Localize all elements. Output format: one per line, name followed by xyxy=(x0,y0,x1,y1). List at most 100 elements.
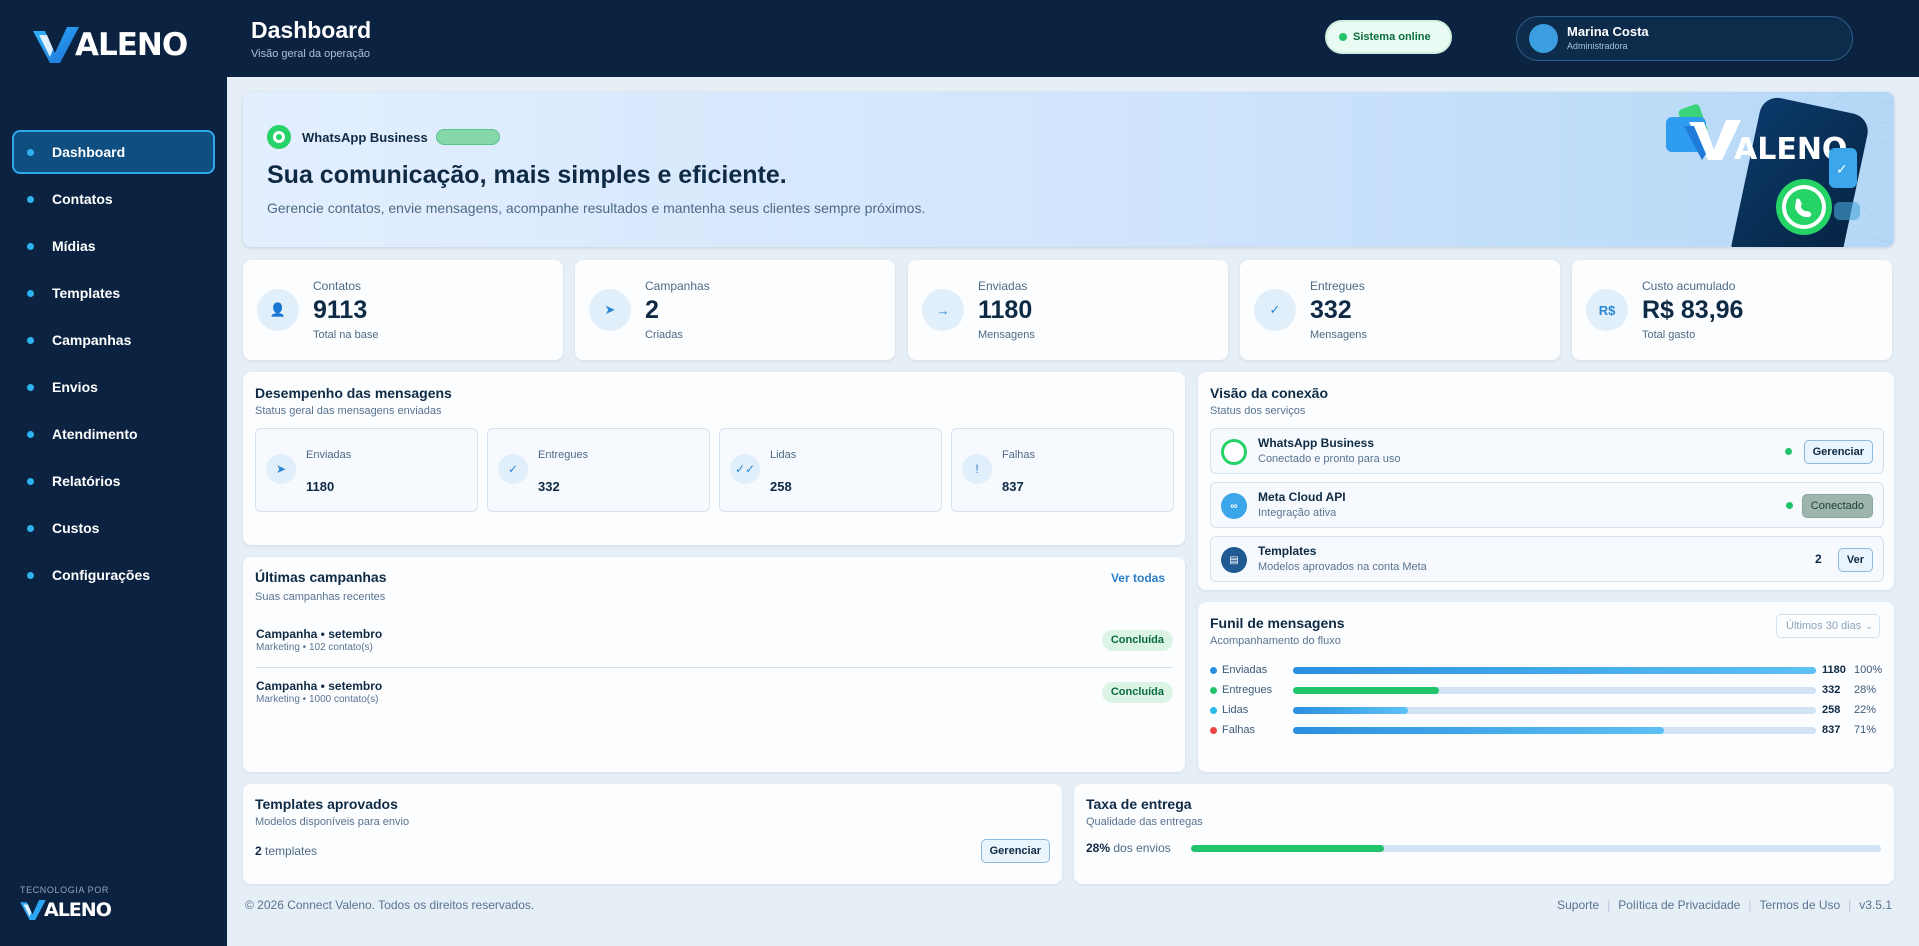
stat-subtitle: Total na base xyxy=(313,329,379,341)
templates-count-line: 2 templates xyxy=(255,844,317,858)
message-metric-card: ➤ Enviadas 1180 xyxy=(255,428,478,512)
alert-icon: ! xyxy=(962,454,992,484)
funnel-percent: 22% xyxy=(1854,704,1877,716)
connected-status-button[interactable]: Conectado xyxy=(1801,494,1873,518)
connection-row: ∞ Meta Cloud API Integração ativa Conectado xyxy=(1210,482,1884,528)
sidebar-item-label: Relatórios xyxy=(52,473,121,489)
avatar xyxy=(1529,24,1558,53)
legend-dot-icon xyxy=(1210,707,1217,714)
footer-links: Suporte | Política de Privacidade | Termos d… xyxy=(1557,898,1892,912)
delivery-rate-value: 28% xyxy=(1086,841,1111,855)
template-icon: ▤ xyxy=(1221,547,1247,573)
send-icon: ➤ xyxy=(589,289,631,331)
send-icon: ➤ xyxy=(266,454,296,484)
online-dot-icon xyxy=(1785,448,1792,455)
sidebar-item-templates[interactable]: Templates xyxy=(12,271,215,315)
sidebar-item-label: Contatos xyxy=(52,191,113,207)
stat-value: 9113 xyxy=(313,296,368,324)
manage-templates-button[interactable]: Gerenciar xyxy=(980,839,1050,863)
delivery-title: Taxa de entrega xyxy=(1086,796,1192,812)
stat-card: ➤ Campanhas 2 Criadas xyxy=(575,260,895,360)
chevron-down-icon: ⌄ xyxy=(1865,621,1873,631)
funnel-label: Falhas xyxy=(1222,724,1256,736)
message-metric-card: ✓✓ Lidas 258 xyxy=(719,428,942,512)
stat-value: 1180 xyxy=(978,296,1033,324)
funnel-period-select[interactable]: Últimos 30 dias ⌄ xyxy=(1776,614,1880,638)
delivery-rate-bar xyxy=(1191,845,1881,852)
templates-card: Templates aprovados Modelos disponíveis … xyxy=(243,784,1062,884)
separator: | xyxy=(1607,898,1611,912)
sidebar-item-campanhas[interactable]: Campanhas xyxy=(12,318,215,362)
campaign-name: Campanha • setembro xyxy=(256,679,383,693)
funnel-percent: 100% xyxy=(1854,664,1883,676)
hero-illustration: ALENO ✓ xyxy=(1666,92,1894,247)
sidebar-item-envios[interactable]: Envios xyxy=(12,365,215,409)
sidebar-item-custos[interactable]: Custos xyxy=(12,506,215,550)
sidebar-item-configuracoes[interactable]: Configurações xyxy=(12,553,215,597)
footer-link-suporte[interactable]: Suporte xyxy=(1557,898,1599,912)
connection-row: ▤ Templates Modelos aprovados na conta Met… xyxy=(1210,536,1884,582)
metric-value: 1180 xyxy=(306,479,335,494)
templates-title: Templates aprovados xyxy=(255,796,398,812)
sidebar-item-label: Envios xyxy=(52,379,98,395)
sidebar-item-label: Templates xyxy=(52,285,121,301)
campaign-row[interactable]: Campanha • setembro Marketing • 1000 cont… xyxy=(256,673,1173,725)
footer-link-politica-de-privacidade[interactable]: Política de Privacidade xyxy=(1618,898,1740,912)
funnel-row: Entregues 332 28% xyxy=(1210,683,1884,699)
delivery-rate-label: dos envios xyxy=(1113,841,1171,855)
stat-value: R$ 83,96 xyxy=(1642,296,1744,324)
connection-title: Visão da conexão xyxy=(1210,385,1329,401)
delivery-rate-fill xyxy=(1191,845,1385,852)
view-all-campaigns-link[interactable]: Ver todas xyxy=(1111,571,1165,585)
sidebar-item-dashboard[interactable]: Dashboard xyxy=(12,130,215,174)
bullet-icon xyxy=(27,571,34,579)
page-title: Dashboard xyxy=(251,17,372,43)
templates-count-label: templates xyxy=(265,844,318,858)
campaign-row[interactable]: Campanha • setembro Marketing • 102 conta… xyxy=(256,621,1173,673)
separator: | xyxy=(1848,898,1852,912)
stat-subtitle: Criadas xyxy=(645,329,683,341)
delivery-card: Taxa de entrega Qualidade das entregas 2… xyxy=(1074,784,1894,884)
templates-count: 2 xyxy=(255,844,262,858)
campaign-status-badge: Concluída xyxy=(1101,630,1173,651)
stat-label: Campanhas xyxy=(645,279,710,293)
stat-value: 332 xyxy=(1310,296,1352,324)
logo-v-icon xyxy=(33,27,79,63)
footer-copyright: © 2026 Connect Valeno. Todos os direitos… xyxy=(245,898,535,912)
stat-card: R$ Custo acumulado R$ 83,96 Total gasto xyxy=(1572,260,1892,360)
online-dot-icon xyxy=(1786,502,1793,509)
sidebar-item-relatorios[interactable]: Relatórios xyxy=(12,459,215,503)
stat-card: 👤 Contatos 9113 Total na base xyxy=(243,260,563,360)
double-check-icon: ✓✓ xyxy=(730,454,760,484)
metric-label: Enviadas xyxy=(306,449,352,461)
footer-link-termos-de-uso[interactable]: Termos de Uso xyxy=(1759,898,1840,912)
campaigns-card: Últimas campanhas Suas campanhas recente… xyxy=(243,557,1185,772)
legend-dot-icon xyxy=(1210,727,1217,734)
tech-by-label: TECNOLOGIA POR xyxy=(20,885,109,895)
sidebar-item-contatos[interactable]: Contatos xyxy=(12,177,215,221)
message-metric-card: ! Falhas 837 xyxy=(951,428,1174,512)
metric-label: Entregues xyxy=(538,449,589,461)
view-templates-button[interactable]: Ver xyxy=(1837,548,1873,572)
stat-subtitle: Total gasto xyxy=(1642,329,1696,341)
stat-value: 2 xyxy=(645,296,659,324)
sidebar-item-label: Campanhas xyxy=(52,332,132,348)
stat-subtitle: Mensagens xyxy=(978,329,1035,341)
sidebar-item-midias[interactable]: Mídias xyxy=(12,224,215,268)
hero-title: Sua comunicação, mais simples e eficient… xyxy=(267,161,787,189)
user-menu[interactable]: Marina Costa Administradora xyxy=(1516,16,1853,61)
hero-channel: WhatsApp Business xyxy=(267,125,500,149)
sidebar-item-atendimento[interactable]: Atendimento xyxy=(12,412,215,456)
funnel-bar-fill xyxy=(1293,667,1816,674)
sidebar-item-label: Mídias xyxy=(52,238,96,254)
funnel-percent: 28% xyxy=(1854,684,1877,696)
hero-status-badge xyxy=(435,129,500,145)
bullet-icon xyxy=(27,524,34,532)
stat-label: Entregues xyxy=(1310,279,1365,293)
manage-whatsapp-button[interactable]: Gerenciar xyxy=(1803,440,1873,464)
performance-subtitle: Status geral das mensagens enviadas xyxy=(255,405,442,417)
legend-dot-icon xyxy=(1210,667,1217,674)
stat-label: Contatos xyxy=(313,279,362,293)
user-role: Administradora xyxy=(1567,41,1628,51)
sidebar-nav: Dashboard Contatos Mídias Templates Campanha… xyxy=(12,130,215,600)
